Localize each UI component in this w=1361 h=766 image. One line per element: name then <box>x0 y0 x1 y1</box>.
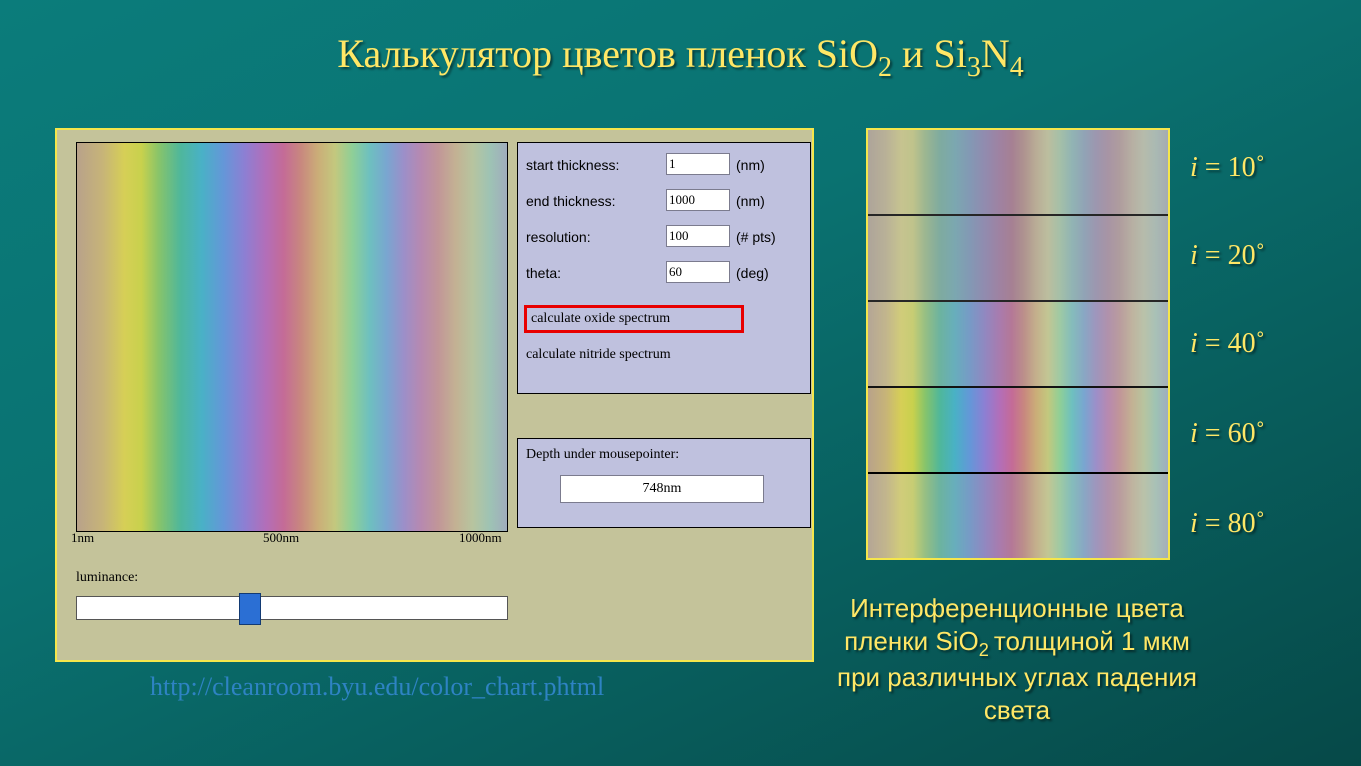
theta-label: theta: <box>526 265 561 281</box>
title-prefix: Калькулятор цветов пленок SiO <box>337 31 878 76</box>
res-unit: (# pts) <box>736 229 776 245</box>
angle-band-2 <box>868 302 1168 388</box>
angle-label-4: i = 80˚ <box>1190 508 1340 540</box>
title-sub3: 4 <box>1010 52 1024 83</box>
param-start-thickness: start thickness: (nm) <box>526 153 802 179</box>
luminance-thumb[interactable] <box>239 593 261 625</box>
luminance-slider[interactable] <box>76 596 508 620</box>
angle-band-4 <box>868 474 1168 558</box>
caption-l2b: толщиной 1 мкм <box>994 626 1190 656</box>
angle-band-3 <box>868 388 1168 474</box>
param-end-thickness: end thickness: (nm) <box>526 189 802 215</box>
calc-oxide-button[interactable]: calculate oxide spectrum <box>524 305 744 333</box>
res-input[interactable] <box>666 225 730 247</box>
angle-spectra-panel <box>866 128 1170 560</box>
depth-box: Depth under mousepointer: 748nm <box>517 438 811 528</box>
caption-l1: Интерференционные цвета <box>850 593 1184 623</box>
caption-l3: при различных углах падения <box>837 662 1197 692</box>
slide-title: Калькулятор цветов пленок SiO2 и Si3N4 <box>0 30 1361 84</box>
angle-label-3: i = 60˚ <box>1190 418 1340 450</box>
calculator-panel: 1nm 500nm 1000nm start thickness: (nm) e… <box>55 128 814 662</box>
calc-nitride-button[interactable]: calculate nitride spectrum <box>526 347 671 363</box>
axis-tick-1: 1nm <box>71 530 94 546</box>
source-url[interactable]: http://cleanroom.byu.edu/color_chart.pht… <box>150 672 604 702</box>
main-spectrum-plot[interactable] <box>76 142 508 532</box>
angle-label-1: i = 20˚ <box>1190 240 1340 272</box>
angle-band-0 <box>868 130 1168 216</box>
end-label: end thickness: <box>526 193 616 209</box>
end-input[interactable] <box>666 189 730 211</box>
title-sub1: 2 <box>878 52 892 83</box>
caption-l2a: пленки SiO <box>844 626 979 656</box>
start-input[interactable] <box>666 153 730 175</box>
title-mid: и Si <box>892 31 967 76</box>
angle-label-2: i = 40˚ <box>1190 328 1340 360</box>
param-resolution: resolution: (# pts) <box>526 225 802 251</box>
depth-value: 748nm <box>560 475 764 503</box>
axis-tick-3: 1000nm <box>459 530 502 546</box>
param-box: start thickness: (nm) end thickness: (nm… <box>517 142 811 394</box>
start-label: start thickness: <box>526 157 619 173</box>
spectrum-gradient <box>77 143 507 531</box>
theta-unit: (deg) <box>736 265 769 281</box>
caption-l2sub: 2 <box>979 640 994 660</box>
title-n: N <box>981 31 1010 76</box>
axis-tick-2: 500nm <box>263 530 299 546</box>
depth-label: Depth under mousepointer: <box>526 447 679 463</box>
luminance-label: luminance: <box>76 570 138 586</box>
end-unit: (nm) <box>736 193 765 209</box>
res-label: resolution: <box>526 229 591 245</box>
right-caption: Интерференционные цвета пленки SiO2 толщ… <box>832 592 1202 726</box>
angle-band-1 <box>868 216 1168 302</box>
param-theta: theta: (deg) <box>526 261 802 287</box>
angle-label-0: i = 10˚ <box>1190 152 1340 184</box>
caption-l4: света <box>984 695 1050 725</box>
title-sub2: 3 <box>967 52 981 83</box>
start-unit: (nm) <box>736 157 765 173</box>
theta-input[interactable] <box>666 261 730 283</box>
